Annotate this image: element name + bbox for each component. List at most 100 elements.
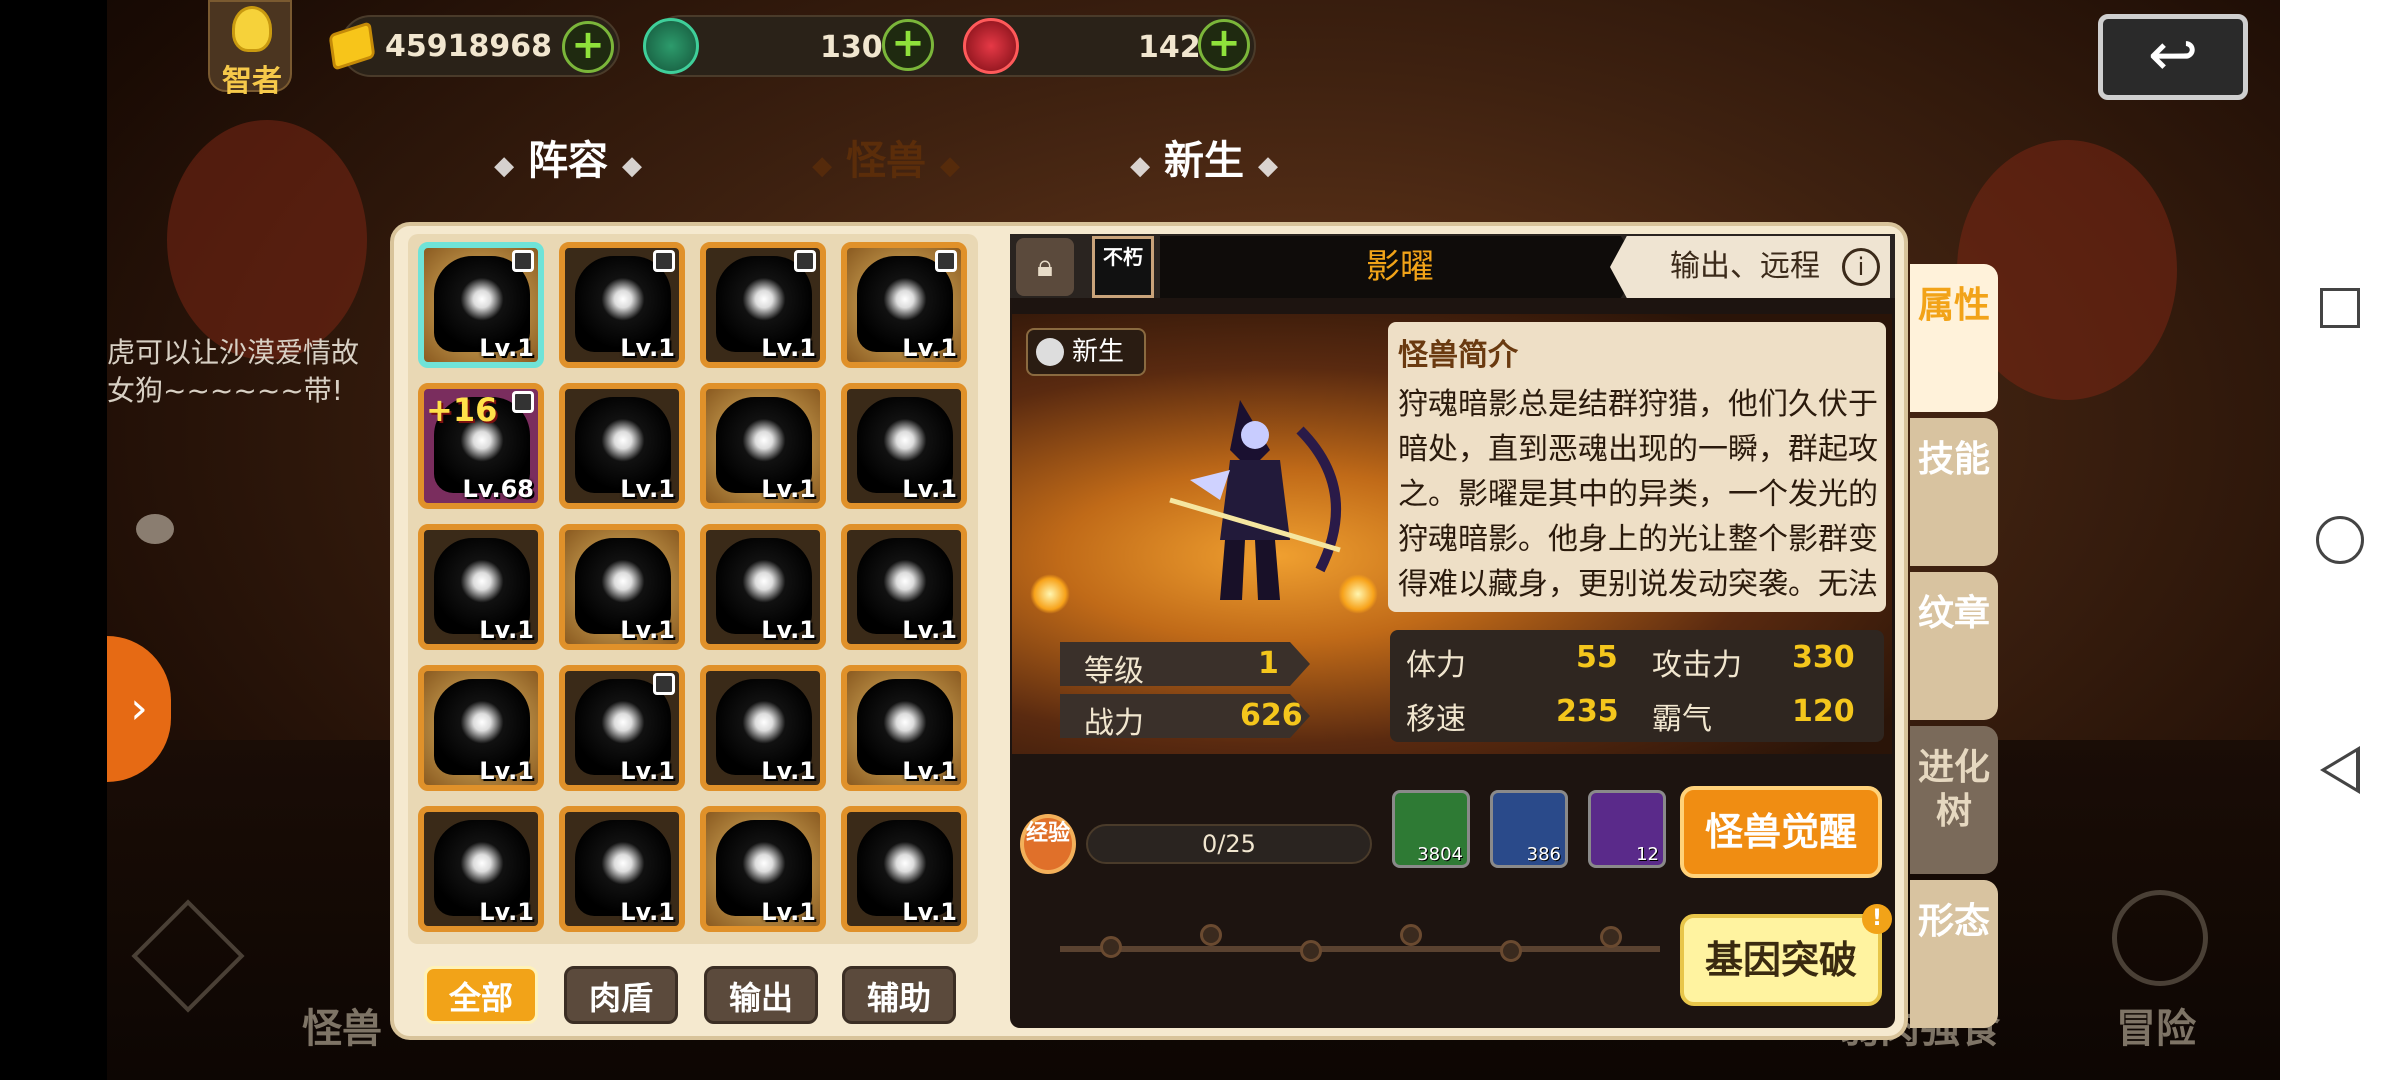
red-gem-icon bbox=[963, 18, 1019, 74]
monster-card[interactable]: Lv.1 bbox=[700, 383, 826, 509]
monster-level: Lv.1 bbox=[761, 616, 816, 644]
tab-monster[interactable]: ◆ 怪兽 ◆ bbox=[746, 118, 1026, 204]
power-label: 战力 bbox=[1084, 706, 1144, 741]
red-gem-value: 142 bbox=[1138, 30, 1201, 65]
intro-title: 怪兽简介 bbox=[1398, 338, 1518, 373]
tab-label: 新生 bbox=[1164, 138, 1244, 184]
add-red-gem-button[interactable]: + bbox=[1198, 19, 1250, 71]
tab-emblem[interactable]: 纹章 bbox=[1910, 572, 1998, 720]
recent-apps-icon[interactable] bbox=[2320, 288, 2360, 328]
monster-card[interactable]: Lv.1 bbox=[418, 665, 544, 791]
monster-card[interactable]: Lv.1 bbox=[559, 665, 685, 791]
monster-card[interactable]: Lv.1 bbox=[418, 242, 544, 368]
filter-label: 全部 bbox=[448, 979, 513, 1017]
nav-adventure[interactable]: 冒险 bbox=[2116, 996, 2196, 1054]
nav-monster[interactable]: 怪兽 bbox=[302, 996, 382, 1054]
monster-portrait bbox=[1169, 400, 1341, 600]
tab-evolution-tree[interactable]: 进化树 bbox=[1910, 726, 1998, 874]
lock-icon bbox=[512, 250, 534, 272]
monster-card[interactable]: Lv.1 bbox=[700, 665, 826, 791]
tab-lineup[interactable]: ◆ 阵容 ◆ bbox=[428, 118, 708, 204]
awaken-label: 怪兽觉醒 bbox=[1704, 810, 1857, 854]
gene-breakthrough-button[interactable]: 基因突破 ! bbox=[1680, 904, 1892, 1006]
lock-icon bbox=[935, 250, 957, 272]
tab-label: 阵容 bbox=[528, 138, 608, 184]
tab-attributes[interactable]: 属性 bbox=[1910, 264, 1998, 412]
monster-card[interactable]: Lv.1 bbox=[841, 242, 967, 368]
monster-name: 影曜 bbox=[1160, 236, 1640, 298]
monster-level: Lv.1 bbox=[761, 898, 816, 926]
info-icon[interactable]: i bbox=[1842, 248, 1880, 286]
intro-text[interactable]: 狩魂暗影总是结群狩猎，他们久伏于暗处，直到恶魂出现的一瞬，群起攻之。影曜是其中的… bbox=[1398, 382, 1878, 612]
stat-hp: 体力 55 bbox=[1406, 640, 1618, 684]
gold-value: 45918968 bbox=[385, 29, 552, 64]
monster-level: Lv.1 bbox=[902, 898, 957, 926]
lock-toggle-button[interactable]: 🔒︎ bbox=[1016, 238, 1074, 296]
stat-value: 120 bbox=[1792, 694, 1855, 729]
lock-icon: 🔒︎ bbox=[1037, 249, 1053, 284]
monster-card[interactable]: Lv.1 bbox=[559, 242, 685, 368]
chat-preview[interactable]: 虎可以让沙漠爱情故 女狗~~~~~~带! bbox=[107, 334, 359, 410]
chat-line: 女狗~~~~~~带! bbox=[107, 374, 343, 407]
monster-level: Lv.1 bbox=[479, 616, 534, 644]
steak-icon[interactable]: 12 bbox=[1588, 790, 1666, 868]
filter-tank[interactable]: 肉盾 bbox=[564, 966, 678, 1024]
add-gold-button[interactable]: + bbox=[562, 21, 614, 73]
monster-card[interactable]: Lv.1 bbox=[841, 383, 967, 509]
monster-card[interactable]: Lv.1 bbox=[418, 806, 544, 932]
monster-card[interactable]: Lv.1 bbox=[700, 806, 826, 932]
compass-icon[interactable] bbox=[2112, 890, 2208, 986]
track-node bbox=[1200, 924, 1222, 946]
stat-label: 移速 bbox=[1406, 702, 1466, 737]
chat-line: 虎可以让沙漠爱情故 bbox=[107, 336, 360, 369]
stat-value: 235 bbox=[1556, 694, 1619, 729]
lock-icon bbox=[653, 250, 675, 272]
lock-icon bbox=[794, 250, 816, 272]
monster-card[interactable]: Lv.1 bbox=[559, 806, 685, 932]
rarity-label: 不朽 bbox=[1103, 245, 1143, 269]
monster-level: Lv.1 bbox=[761, 757, 816, 785]
food-count: 386 bbox=[1526, 844, 1561, 865]
add-green-gem-button[interactable]: + bbox=[882, 19, 934, 71]
monster-card[interactable]: Lv.1 bbox=[841, 806, 967, 932]
home-icon[interactable] bbox=[2316, 516, 2364, 564]
level-row: 等级 1 bbox=[1060, 642, 1310, 686]
back-nav-icon[interactable] bbox=[2320, 746, 2360, 794]
lock-icon bbox=[512, 391, 534, 413]
chat-bubble-icon[interactable] bbox=[136, 514, 174, 544]
monster-card[interactable]: Lv.1 bbox=[700, 242, 826, 368]
side-tab-label: 技能 bbox=[1917, 439, 1990, 480]
food-count: 12 bbox=[1636, 844, 1659, 865]
filter-damage[interactable]: 输出 bbox=[704, 966, 818, 1024]
monster-level: Lv.1 bbox=[761, 475, 816, 503]
monster-card[interactable]: Lv.1 bbox=[841, 524, 967, 650]
newborn-tag[interactable]: 新生 bbox=[1026, 328, 1146, 376]
lantern-decoration bbox=[167, 120, 367, 360]
monster-card[interactable]: Lv.1 bbox=[700, 524, 826, 650]
monster-card[interactable]: Lv.1 bbox=[559, 383, 685, 509]
tab-skills[interactable]: 技能 bbox=[1910, 418, 1998, 566]
filter-all[interactable]: 全部 bbox=[424, 966, 538, 1024]
tab-newborn[interactable]: ◆ 新生 ◆ bbox=[1064, 118, 1344, 204]
monster-card[interactable]: Lv.1 bbox=[418, 524, 544, 650]
monster-level: Lv.1 bbox=[902, 475, 957, 503]
exp-label: 经验 bbox=[1025, 821, 1070, 846]
stat-label: 霸气 bbox=[1652, 702, 1712, 737]
awaken-button[interactable]: 怪兽觉醒 bbox=[1680, 786, 1882, 878]
monster-card[interactable]: Lv.1 bbox=[841, 665, 967, 791]
exp-progress-bar: 0/25 bbox=[1086, 824, 1372, 864]
sage-rank-badge[interactable]: 智者 bbox=[208, 0, 292, 99]
monster-card[interactable]: Lv.1 bbox=[559, 524, 685, 650]
monster-card[interactable]: +16 Lv.68 bbox=[418, 383, 544, 509]
gold-counter: 45918968 + bbox=[340, 15, 620, 77]
track-node bbox=[1400, 924, 1422, 946]
side-tab-label: 进化树 bbox=[1917, 747, 1990, 832]
filter-support[interactable]: 辅助 bbox=[842, 966, 956, 1024]
back-button[interactable]: ↩ bbox=[2098, 14, 2248, 100]
track-node bbox=[1600, 926, 1622, 948]
tab-form[interactable]: 形态 bbox=[1910, 880, 1998, 1028]
stat-label: 体力 bbox=[1406, 648, 1466, 683]
green-gem-value: 130 bbox=[820, 30, 883, 65]
ham-icon[interactable]: 386 bbox=[1490, 790, 1568, 868]
vegetable-icon[interactable]: 3804 bbox=[1392, 790, 1470, 868]
